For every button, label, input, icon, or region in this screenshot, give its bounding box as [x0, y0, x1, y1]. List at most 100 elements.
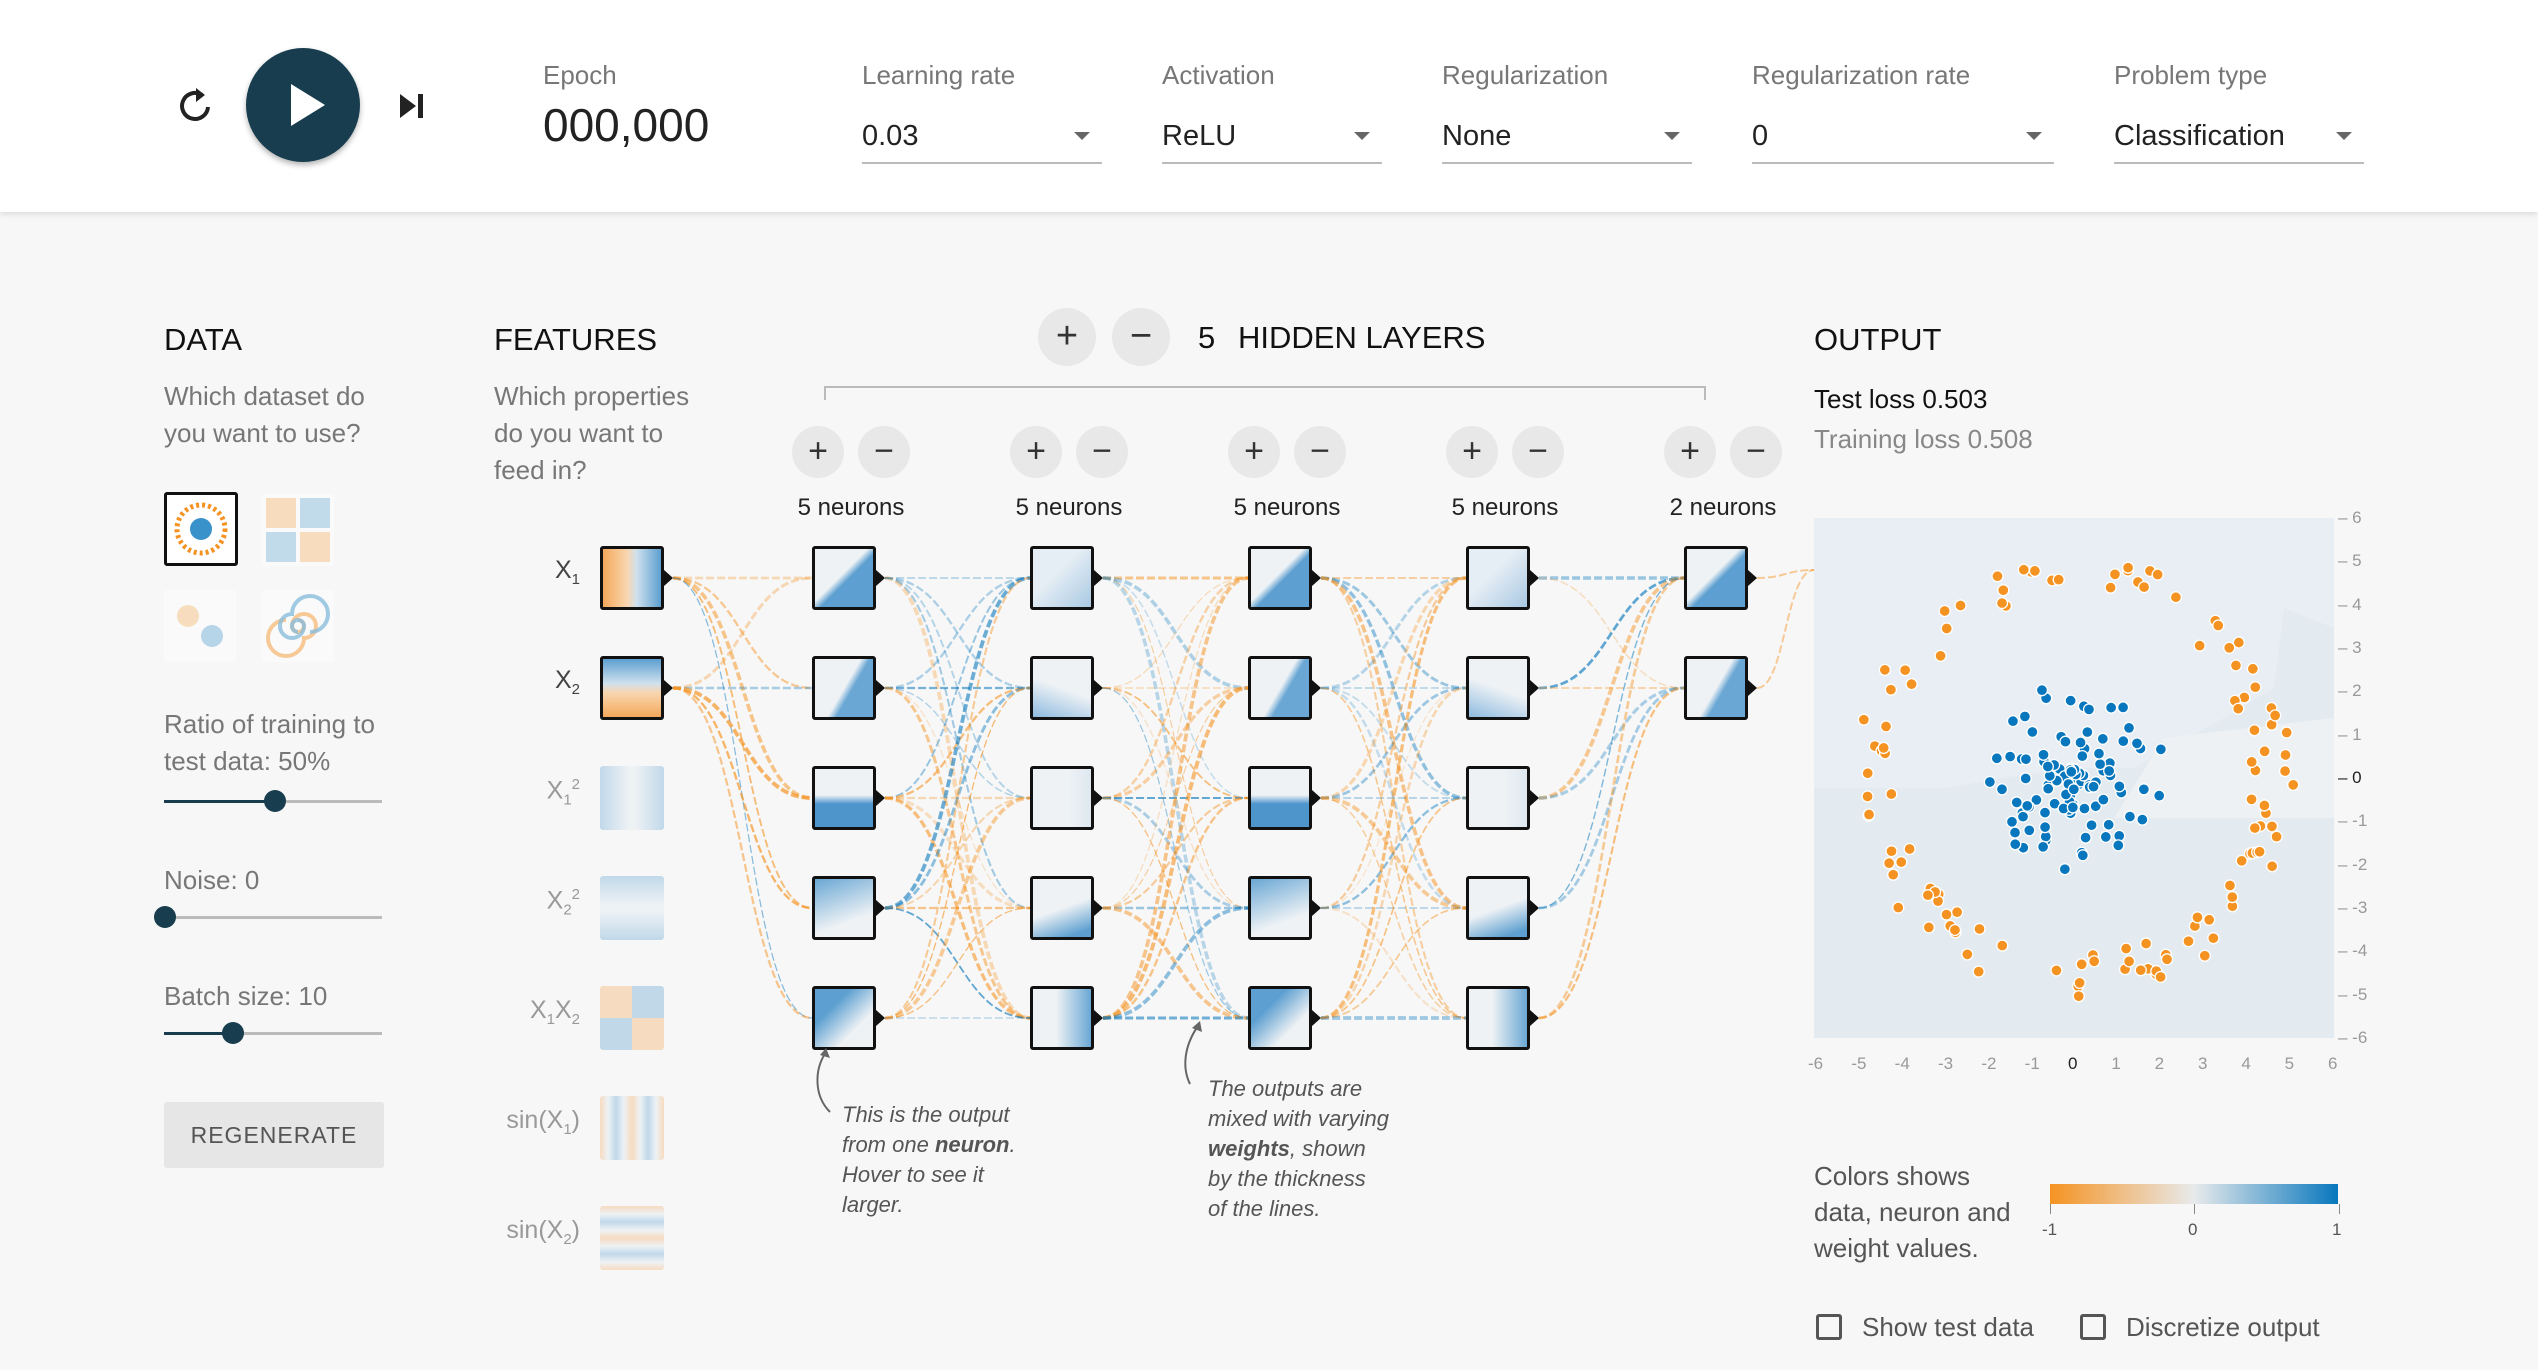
data-point: [2079, 831, 2092, 844]
data-point: [2130, 737, 2144, 750]
y-tick-label: – 5: [2338, 551, 2362, 571]
neuron-node[interactable]: [812, 656, 876, 720]
show-test-data-label[interactable]: Show test data: [1862, 1312, 2034, 1343]
data-point: [2223, 641, 2236, 654]
weight-link[interactable]: [1538, 686, 1685, 1020]
data-point: [1884, 683, 1898, 696]
weight-link[interactable]: [1538, 577, 1685, 909]
x-tick-label: 2: [2154, 1054, 2165, 1073]
neuron-node[interactable]: [1466, 766, 1530, 830]
data-point: [2104, 701, 2118, 714]
x-tick-label: 6: [2328, 1054, 2338, 1073]
weight-link[interactable]: [1538, 576, 1685, 690]
data-point: [1940, 908, 1953, 921]
neuron-node[interactable]: [1030, 656, 1094, 720]
neuron-node[interactable]: [1684, 656, 1748, 720]
legend-line: data, neuron and: [1814, 1197, 2011, 1227]
neuron-port: [1094, 680, 1103, 696]
data-point: [2021, 799, 2034, 812]
data-point: [2229, 659, 2243, 672]
data-point: [2248, 821, 2261, 835]
data-point: [2066, 801, 2080, 814]
output-title: OUTPUT: [1814, 322, 1942, 357]
data-point: [2123, 810, 2137, 823]
data-point: [2207, 932, 2220, 945]
data-point: [2232, 702, 2245, 715]
data-point: [2067, 783, 2080, 796]
data-point: [1983, 775, 1997, 789]
data-point: [2287, 778, 2300, 792]
data-point: [2099, 830, 2112, 844]
neuron-node[interactable]: [1248, 546, 1312, 610]
data-point: [1921, 889, 1935, 902]
weight-link[interactable]: [672, 686, 813, 910]
neuron-node[interactable]: [1466, 656, 1530, 720]
data-point: [2096, 732, 2109, 745]
weight-link[interactable]: [1756, 569, 1815, 689]
data-point: [2023, 824, 2036, 837]
data-point: [1878, 663, 1892, 677]
neuron-node[interactable]: [1684, 546, 1748, 610]
data-point: [1990, 752, 2003, 765]
weight-link[interactable]: [1102, 686, 1249, 1020]
y-tick-label: – 4: [2338, 594, 2362, 614]
neuron-node[interactable]: [1248, 766, 1312, 830]
neuron-node[interactable]: [812, 986, 876, 1050]
neuron-node[interactable]: [1030, 766, 1094, 830]
data-point: [2102, 818, 2115, 831]
neuron-node[interactable]: [1248, 986, 1312, 1050]
data-point: [2258, 745, 2271, 758]
data-point: [1961, 948, 1974, 961]
data-point: [2087, 780, 2100, 793]
neuron-port: [1748, 570, 1757, 586]
neuron-node[interactable]: [1466, 876, 1530, 940]
x-tick-label: -2: [1981, 1054, 1997, 1073]
discretize-output-label[interactable]: Discretize output: [2126, 1312, 2320, 1343]
note-line: by the thickness: [1208, 1166, 1366, 1191]
neuron-port: [1312, 790, 1321, 806]
data-point: [1857, 713, 1871, 726]
data-point: [2038, 806, 2052, 819]
legend-mid: 0: [2188, 1220, 2198, 1239]
neuron-node[interactable]: [1030, 876, 1094, 940]
data-point: [2212, 619, 2225, 632]
data-point: [2035, 683, 2049, 697]
legend-line: Colors shows: [1814, 1161, 1971, 1191]
weight-link[interactable]: [672, 686, 813, 800]
neuron-node[interactable]: [812, 766, 876, 830]
neuron-port: [1312, 1010, 1321, 1026]
neuron-node[interactable]: [1248, 876, 1312, 940]
data-point: [2018, 710, 2032, 723]
y-tick-label: – -4: [2338, 941, 2368, 961]
neuron-port: [876, 900, 885, 916]
weight-link[interactable]: [672, 576, 813, 690]
show-test-data-checkbox[interactable]: [1816, 1314, 1842, 1340]
weights-note: The outputs are mixed with varying weigh…: [1208, 1074, 1389, 1224]
training-loss: Training loss 0.508: [1814, 424, 2033, 454]
data-point: [2121, 561, 2135, 574]
data-point: [2235, 854, 2248, 867]
y-tick-label: – 0: [2338, 768, 2362, 787]
x-tick-label: -3: [1938, 1054, 1954, 1073]
data-point: [2019, 772, 2032, 785]
neuron-node[interactable]: [812, 876, 876, 940]
neuron-node[interactable]: [1466, 986, 1530, 1050]
neuron-node[interactable]: [1030, 986, 1094, 1050]
neuron-node[interactable]: [812, 546, 876, 610]
data-point: [2064, 694, 2077, 707]
data-point: [2113, 780, 2126, 793]
neuron-port: [1094, 1010, 1103, 1026]
weight-link[interactable]: [1538, 686, 1685, 910]
neuron-node[interactable]: [1466, 546, 1530, 610]
neuron-node[interactable]: [1030, 546, 1094, 610]
weight-link[interactable]: [672, 686, 813, 1020]
data-point: [2041, 760, 2054, 773]
data-point: [1877, 741, 1890, 755]
discretize-output-checkbox[interactable]: [2080, 1314, 2106, 1340]
data-point: [2153, 789, 2166, 802]
data-point: [2122, 721, 2136, 735]
data-point: [2038, 820, 2052, 834]
color-scale-ticks: [2050, 1204, 2340, 1214]
data-point: [2223, 879, 2237, 892]
neuron-node[interactable]: [1248, 656, 1312, 720]
